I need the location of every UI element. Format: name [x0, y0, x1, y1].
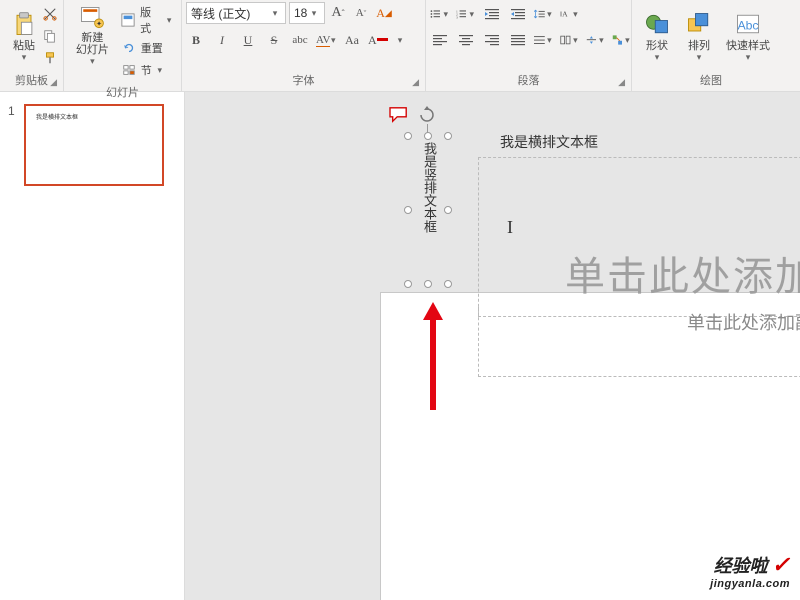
chevron-down-icon[interactable]: ▾	[86, 56, 98, 67]
reset-icon	[119, 38, 139, 58]
group-drawing-label: 绘图	[636, 70, 786, 91]
clear-format-button[interactable]: A◢	[374, 3, 394, 23]
slide-editor[interactable]: 我是竖排文本框 我是横排文本框 单击此处添加标题 单击此处添加副标题 I	[185, 92, 800, 600]
vertical-text: 我是竖排文本框	[420, 142, 439, 233]
check-icon: ✓	[772, 552, 790, 577]
layout-icon	[119, 10, 138, 30]
watermark: 经验啦✓ jingyanla.com	[710, 552, 790, 590]
columns-button[interactable]: ▾	[560, 30, 580, 50]
section-button[interactable]: 节▾	[119, 60, 175, 80]
format-painter-button[interactable]	[40, 48, 60, 68]
red-arrow-annotation	[418, 292, 448, 415]
quickstyle-icon: Abc	[732, 8, 764, 40]
ribbon: 粘贴 ▾ 剪贴板◢ ✦ 新建 幻灯片 ▾ 版式▾ 重置 节▾ 幻灯片	[0, 0, 800, 92]
distribute-button[interactable]: ▾	[534, 30, 554, 50]
decrease-font-button[interactable]: Aˇ	[351, 3, 371, 23]
arrange-button[interactable]: 排列▾	[678, 2, 720, 68]
bold-button[interactable]: B	[186, 30, 206, 50]
shapes-icon	[641, 8, 673, 40]
vertical-textbox[interactable]: 我是竖排文本框	[408, 136, 448, 284]
text-cursor-icon: I	[507, 217, 513, 238]
layout-button[interactable]: 版式▾	[119, 4, 175, 36]
new-slide-label: 新建 幻灯片	[76, 32, 109, 56]
new-slide-button[interactable]: ✦ 新建 幻灯片 ▾	[68, 2, 117, 68]
underline-button[interactable]: U	[238, 30, 258, 50]
subtitle-placeholder: 单击此处添加副标题	[489, 309, 800, 335]
dialog-launcher-icon[interactable]: ◢	[412, 77, 419, 88]
svg-text:Abc: Abc	[737, 18, 758, 32]
font-size-select[interactable]: 18▾	[289, 2, 325, 24]
svg-text:‖A: ‖A	[560, 9, 568, 18]
quickstyle-button[interactable]: Abc 快速样式▾	[720, 2, 776, 68]
char-spacing-button[interactable]: AV▾	[316, 30, 336, 50]
dialog-launcher-icon[interactable]: ◢	[50, 77, 57, 88]
thumbnail-pane[interactable]: 1 我是横排文本框	[0, 92, 185, 600]
group-paragraph-label: 段落◢	[430, 70, 627, 91]
dialog-launcher-icon[interactable]: ◢	[618, 77, 625, 88]
decrease-indent-button[interactable]	[482, 4, 502, 24]
group-drawing: 形状▾ 排列▾ Abc 快速样式▾ 绘图	[632, 0, 790, 91]
strikethrough-button[interactable]: S	[264, 30, 284, 50]
workspace: 1 我是横排文本框	[0, 92, 800, 600]
chevron-down-icon[interactable]: ▾	[18, 52, 30, 63]
new-slide-icon: ✦	[76, 4, 108, 32]
group-font-label: 字体◢	[186, 70, 421, 91]
font-color-button[interactable]: A	[368, 30, 388, 50]
shadow-button[interactable]: abc	[290, 30, 310, 50]
align-right-button[interactable]	[482, 30, 502, 50]
title-placeholder-box[interactable]: 单击此处添加标题	[478, 157, 800, 317]
thumbnail-preview[interactable]: 我是横排文本框	[24, 104, 164, 186]
group-clipboard: 粘贴 ▾ 剪贴板◢	[0, 0, 64, 91]
align-center-button[interactable]	[456, 30, 476, 50]
italic-button[interactable]: I	[212, 30, 232, 50]
subtitle-placeholder-box[interactable]: 单击此处添加副标题	[478, 307, 800, 377]
font-name-select[interactable]: 等线 (正文)▾	[186, 2, 286, 24]
justify-button[interactable]	[508, 30, 528, 50]
align-left-button[interactable]	[430, 30, 450, 50]
thumbnail-number: 1	[8, 104, 18, 118]
copy-button[interactable]	[40, 26, 60, 46]
paste-label: 粘贴	[13, 40, 35, 52]
group-slides: ✦ 新建 幻灯片 ▾ 版式▾ 重置 节▾ 幻灯片	[64, 0, 182, 91]
shapes-button[interactable]: 形状▾	[636, 2, 678, 68]
cut-button[interactable]	[40, 4, 60, 24]
numbering-button[interactable]: 123▾	[456, 4, 476, 24]
change-case-button[interactable]: Aa	[342, 30, 362, 50]
horizontal-text: 我是横排文本框	[500, 132, 598, 152]
bullets-button[interactable]: ▾	[430, 4, 450, 24]
section-icon	[119, 60, 139, 80]
line-spacing-button[interactable]: ▾	[534, 4, 554, 24]
group-slides-label: 幻灯片	[68, 82, 177, 103]
comment-icon[interactable]	[388, 106, 410, 127]
paste-icon	[8, 8, 40, 40]
reset-button[interactable]: 重置	[119, 38, 175, 58]
group-clipboard-label: 剪贴板◢	[4, 70, 59, 91]
slide-thumbnail-1[interactable]: 1 我是横排文本框	[0, 104, 184, 186]
increase-indent-button[interactable]	[508, 4, 528, 24]
smartart-button[interactable]: ▾	[612, 30, 632, 50]
group-paragraph: ▾ 123▾ ▾ ‖A▾ ▾ ▾ ▾ ▾ 段落◢	[426, 0, 632, 91]
arrange-icon	[683, 8, 715, 40]
increase-font-button[interactable]: Aˆ	[328, 3, 348, 23]
group-font: 等线 (正文)▾ 18▾ Aˆ Aˇ A◢ B I U S abc AV▾ Aa…	[182, 0, 426, 91]
chevron-down-icon[interactable]: ▾	[394, 35, 406, 46]
text-direction-button[interactable]: ‖A▾	[560, 4, 580, 24]
title-placeholder: 单击此处添加标题	[565, 244, 800, 302]
svg-text:✦: ✦	[96, 19, 102, 27]
svg-text:3: 3	[456, 15, 458, 19]
align-text-button[interactable]: ▾	[586, 30, 606, 50]
